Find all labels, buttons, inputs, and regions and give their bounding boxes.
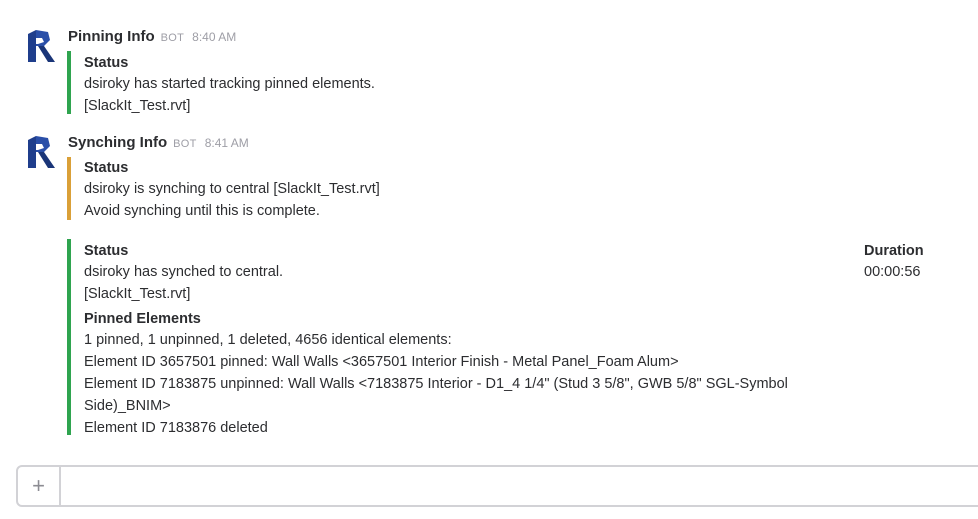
bot-badge: BOT [160, 32, 185, 44]
status-line: [SlackIt_Test.rvt] [84, 98, 191, 114]
sender-name[interactable]: Synching Info [68, 134, 167, 151]
status-line: Avoid synching until this is complete. [84, 203, 320, 219]
message-input[interactable] [61, 467, 978, 505]
status-line: [SlackIt_Test.rvt] [84, 286, 191, 302]
status-title: Status [84, 160, 129, 176]
status-line: dsiroky has started tracking pinned elem… [84, 76, 375, 92]
bot-badge: BOT [173, 138, 197, 150]
message-composer: + [16, 465, 978, 507]
plus-label: + [32, 473, 45, 498]
attachment-status-synching: Status dsiroky is synching to central [S… [67, 157, 380, 220]
revit-logo-icon[interactable] [24, 28, 56, 64]
sender-name[interactable]: Pinning Info [68, 28, 155, 45]
status-line: dsiroky has synched to central. [84, 264, 284, 280]
attachment-status: Status dsiroky has started tracking pinn… [67, 51, 375, 114]
attachment-status-synched: Status dsiroky has synched to central. [… [67, 239, 967, 436]
deleted-element-line: Element ID 7183876 deleted [84, 420, 268, 436]
duration-value: 00:00:56 [864, 264, 921, 280]
duration-title: Duration [864, 243, 924, 259]
revit-logo-icon[interactable] [24, 134, 56, 170]
pinned-summary: 1 pinned, 1 unpinned, 1 deleted, 4656 id… [84, 332, 452, 348]
unpinned-element-line: Element ID 7183875 unpinned: Wall Walls … [84, 376, 788, 414]
timestamp[interactable]: 8:40 AM [192, 30, 236, 44]
status-title: Status [84, 243, 129, 259]
status-title: Status [84, 55, 129, 71]
pinned-elements-title: Pinned Elements [84, 311, 201, 327]
status-line: dsiroky is synching to central [SlackIt_… [84, 181, 380, 197]
plus-icon[interactable]: + [18, 467, 61, 505]
timestamp[interactable]: 8:41 AM [205, 136, 249, 150]
duration-field: Duration 00:00:56 [864, 241, 924, 283]
pinned-element-line: Element ID 3657501 pinned: Wall Walls <3… [84, 354, 679, 370]
